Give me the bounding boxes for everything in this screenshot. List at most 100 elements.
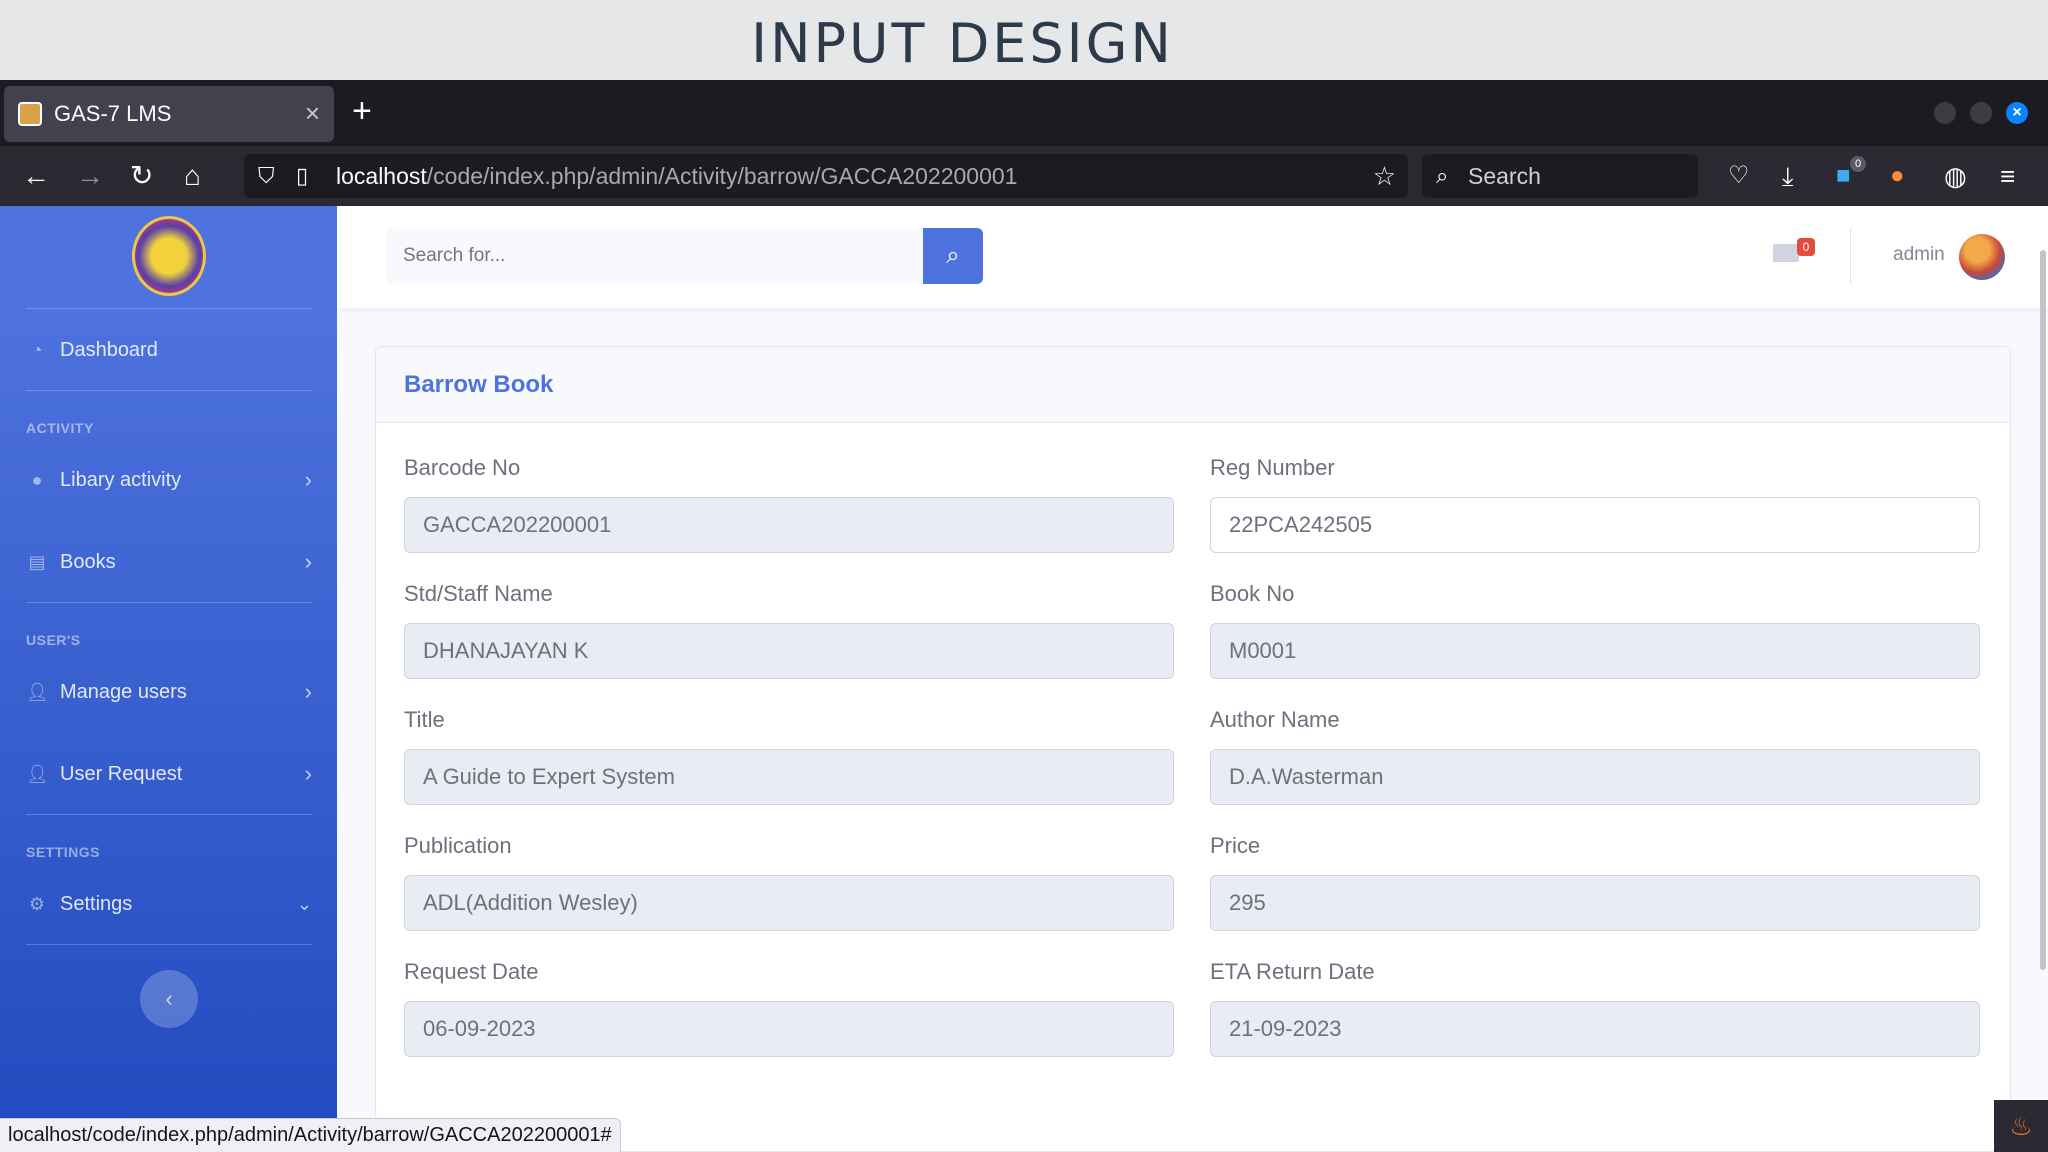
request-date-field[interactable]: 06-09-2023	[404, 1001, 1174, 1057]
sidebar-item-label: Settings	[60, 892, 133, 915]
chevron-right-icon: ›	[304, 761, 312, 786]
download-icon[interactable]: ⤓	[1782, 160, 1794, 192]
topbar-divider	[1850, 228, 1851, 284]
chevron-right-icon: ›	[304, 549, 312, 574]
extension-icon[interactable]: ■	[1836, 160, 1851, 192]
palette-icon[interactable]: ◍	[1944, 160, 1967, 192]
menu-icon[interactable]: ≡	[2000, 160, 2015, 192]
sidebar-item-label: Dashboard	[60, 338, 158, 361]
firefox-icon[interactable]: ●	[1890, 160, 1905, 192]
sidebar-item-books[interactable]: ▤ Books ›	[26, 542, 312, 582]
main-content: ⌕ 0 admin Barrow Book Barcode No GACCA20…	[337, 206, 2048, 1152]
user-icon: 👤︎	[26, 763, 49, 784]
dashboard-icon: ◔	[31, 339, 43, 360]
name-field[interactable]: DHANAJAYAN K	[404, 623, 1174, 679]
chevron-down-icon: ⌄	[296, 893, 312, 914]
eta-return-date-label: ETA Return Date	[1210, 959, 1375, 984]
home-icon[interactable]: ⌂	[184, 160, 201, 192]
url-bar[interactable]: ⛉ ▯ localhost/code/index.php/admin/Activ…	[244, 154, 1408, 198]
avatar[interactable]	[1959, 234, 2005, 280]
eta-return-date-field[interactable]: 21-09-2023	[1210, 1001, 1980, 1057]
title-field[interactable]: A Guide to Expert System	[404, 749, 1174, 805]
close-tab-icon[interactable]: ×	[305, 98, 320, 129]
url-host: localhost	[336, 163, 427, 189]
url-path: /code/index.php/admin/Activity/barrow/GA…	[426, 163, 1018, 189]
request-date-label: Request Date	[404, 959, 539, 984]
sidebar-item-label: Libary activity	[60, 468, 182, 491]
sidebar-divider	[26, 944, 312, 945]
search-input[interactable]	[387, 228, 923, 284]
search-button[interactable]: ⌕	[923, 228, 983, 284]
sidebar-divider	[26, 814, 312, 815]
browser-tabbar: GAS-7 LMS × + ×	[0, 80, 2048, 146]
sidebar-item-label: Manage users	[60, 680, 187, 703]
card-header: Barrow Book	[376, 347, 2010, 423]
bookmark-star-icon[interactable]: ☆	[1373, 154, 1396, 198]
window-close-button[interactable]: ×	[2006, 102, 2028, 124]
reg-number-field[interactable]: 22PCA242505	[1210, 497, 1980, 553]
card-title: Barrow Book	[404, 371, 554, 398]
shield-icon[interactable]: ⛉	[258, 154, 275, 198]
price-label: Price	[1210, 833, 1261, 858]
sidebar-divider	[26, 308, 312, 309]
sidebar-divider	[26, 602, 312, 603]
back-icon[interactable]: ←	[22, 160, 50, 192]
sidebar-item-label: User Request	[60, 762, 183, 785]
mail-count-badge: 0	[1797, 238, 1815, 256]
sidebar-heading-activity: ACTIVITY	[26, 420, 94, 436]
publication-label: Publication	[404, 833, 512, 858]
publication-field[interactable]: ADL(Addition Wesley)	[404, 875, 1174, 931]
book-no-field[interactable]: M0001	[1210, 623, 1980, 679]
book-no-label: Book No	[1210, 581, 1295, 606]
scrollbar[interactable]	[2040, 250, 2046, 970]
reg-number-label: Reg Number	[1210, 455, 1335, 480]
browser-navbar: ← → ↻ ⌂ ⛉ ▯ localhost/code/index.php/adm…	[0, 146, 2048, 206]
status-url: localhost/code/index.php/admin/Activity/…	[0, 1118, 621, 1152]
page-icon: ▯	[296, 163, 309, 188]
barrow-book-card: Barrow Book Barcode No GACCA202200001 Re…	[375, 346, 2011, 1152]
sidebar-item-library-activity[interactable]: ● Libary activity ›	[26, 460, 312, 500]
sidebar-heading-users: USER'S	[26, 632, 81, 648]
new-tab-button[interactable]: +	[352, 92, 372, 131]
envelope-icon[interactable]	[1773, 244, 1799, 262]
info-icon: ●	[31, 469, 43, 490]
sidebar-divider	[26, 390, 312, 391]
search-icon: ⌕	[1436, 163, 1449, 188]
college-logo[interactable]	[132, 216, 206, 296]
username[interactable]: admin	[1893, 244, 1945, 266]
book-icon: ▤	[28, 551, 46, 572]
maximize-button[interactable]	[1970, 102, 1992, 124]
chevron-right-icon: ›	[304, 467, 312, 492]
title-label: Title	[404, 707, 445, 732]
browser-search-placeholder: Search	[1468, 163, 1541, 189]
author-field[interactable]: D.A.Wasterman	[1210, 749, 1980, 805]
sidebar: ◔ Dashboard ACTIVITY ● Libary activity ›…	[0, 206, 337, 1152]
barcode-label: Barcode No	[404, 455, 521, 480]
pocket-icon[interactable]: ♡	[1728, 160, 1750, 192]
sidebar-item-label: Books	[60, 550, 116, 573]
sidebar-item-settings[interactable]: ⚙ Settings ⌄	[26, 884, 312, 924]
slide-title: INPUT DESIGN	[751, 12, 1174, 75]
browser-search-input[interactable]: ⌕ Search	[1422, 154, 1698, 198]
favicon-icon	[18, 102, 42, 126]
price-field[interactable]: 295	[1210, 875, 1980, 931]
reload-icon[interactable]: ↻	[130, 160, 153, 192]
sidebar-heading-settings: SETTINGS	[26, 844, 101, 860]
extension-badge: 0	[1850, 156, 1866, 172]
sidebar-item-dashboard[interactable]: ◔ Dashboard	[26, 330, 312, 370]
sidebar-item-manage-users[interactable]: 👤︎ Manage users ›	[26, 672, 312, 712]
user-icon: 👤︎	[26, 681, 49, 702]
sidebar-item-user-request[interactable]: 👤︎ User Request ›	[26, 754, 312, 794]
author-label: Author Name	[1210, 707, 1340, 732]
chevron-right-icon: ›	[304, 679, 312, 704]
forward-icon[interactable]: →	[76, 160, 104, 192]
browser-tab[interactable]: GAS-7 LMS ×	[4, 86, 334, 142]
tab-title: GAS-7 LMS	[54, 101, 172, 126]
minimize-button[interactable]	[1934, 102, 1956, 124]
topbar: ⌕ 0 admin	[337, 206, 2048, 308]
gear-icon: ⚙	[28, 893, 46, 914]
name-label: Std/Staff Name	[404, 581, 553, 606]
barcode-field[interactable]: GACCA202200001	[404, 497, 1174, 553]
flame-icon: ♨	[1994, 1100, 2048, 1152]
sidebar-toggle-button[interactable]: ‹	[140, 970, 198, 1028]
